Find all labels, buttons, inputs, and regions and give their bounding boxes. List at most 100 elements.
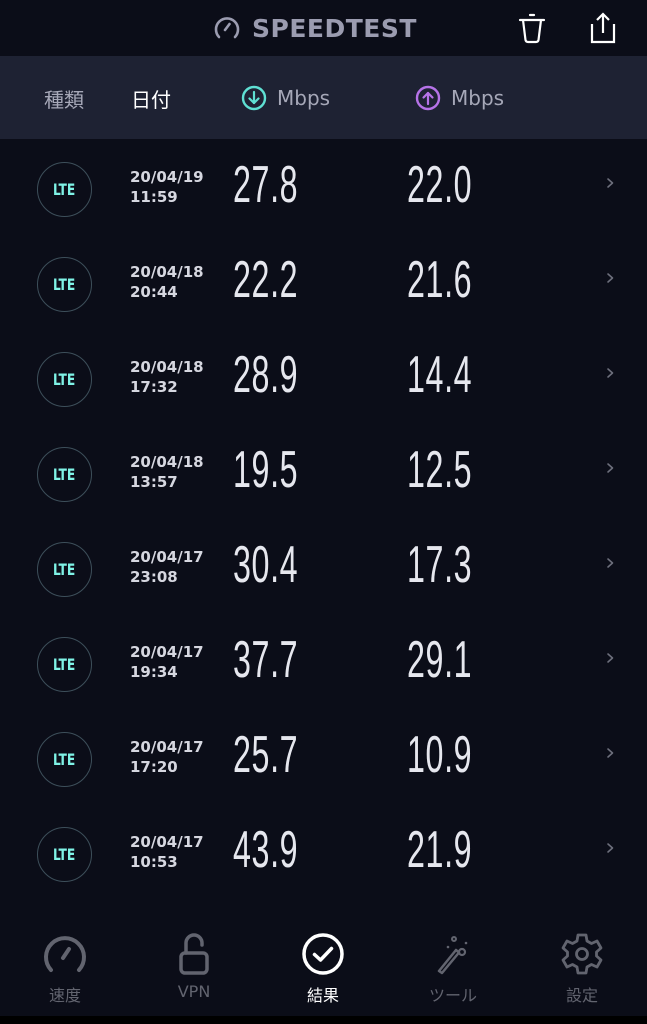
upload-speed: 29.1 bbox=[407, 631, 473, 689]
download-speed: 25.7 bbox=[233, 726, 299, 784]
share-button[interactable] bbox=[585, 10, 621, 46]
nav-speed[interactable]: 速度 bbox=[15, 930, 115, 1015]
connection-type: LTE bbox=[53, 180, 76, 199]
result-datetime: 20/04/17 23:08 bbox=[130, 547, 204, 587]
connection-type-badge: LTE bbox=[37, 542, 92, 597]
chevron-right-icon bbox=[607, 273, 614, 283]
connection-type: LTE bbox=[53, 750, 76, 769]
nav-vpn[interactable]: VPN bbox=[144, 930, 244, 1015]
result-time: 20:44 bbox=[130, 283, 178, 301]
download-speed: 37.7 bbox=[233, 631, 299, 689]
download-speed: 19.5 bbox=[233, 441, 299, 499]
speedometer-icon bbox=[214, 17, 240, 39]
trash-icon bbox=[518, 13, 546, 44]
connection-type: LTE bbox=[53, 275, 76, 294]
result-row[interactable]: LTE 20/04/18 17:32 28.9 14.4 bbox=[0, 329, 647, 424]
chevron-right-icon bbox=[607, 178, 614, 188]
bottom-navigation: 速度 VPN 結果 ツール 設定 bbox=[0, 920, 647, 1015]
result-row[interactable]: LTE 20/04/19 11:59 27.8 22.0 bbox=[0, 139, 647, 234]
gear-icon bbox=[561, 933, 603, 975]
upload-speed: 17.3 bbox=[407, 536, 473, 594]
nav-results-label: 結果 bbox=[306, 986, 339, 1005]
result-datetime: 20/04/18 20:44 bbox=[130, 262, 204, 302]
upload-speed: 14.4 bbox=[407, 346, 473, 404]
system-bar bbox=[0, 1016, 647, 1024]
result-time: 17:32 bbox=[130, 378, 178, 396]
nav-settings[interactable]: 設定 bbox=[532, 930, 632, 1015]
column-header-bar: 種類 日付 Mbps Mbps bbox=[0, 56, 647, 139]
result-date: 20/04/19 bbox=[130, 168, 204, 186]
column-type-label: 種類 bbox=[44, 87, 84, 112]
app-brand: SPEEDTEST bbox=[212, 10, 417, 46]
column-type[interactable]: 種類 bbox=[44, 84, 84, 112]
result-date: 20/04/18 bbox=[130, 453, 204, 471]
share-icon bbox=[590, 12, 616, 44]
top-bar: SPEEDTEST bbox=[0, 0, 647, 56]
column-download[interactable]: Mbps bbox=[241, 84, 330, 112]
column-date-label: 日付 bbox=[131, 87, 171, 112]
connection-type-badge: LTE bbox=[37, 352, 92, 407]
column-date[interactable]: 日付 bbox=[131, 84, 171, 112]
download-arrow-icon bbox=[241, 85, 267, 111]
connection-type: LTE bbox=[53, 845, 76, 864]
connection-type-badge: LTE bbox=[37, 447, 92, 502]
nav-tools-label: ツール bbox=[428, 986, 477, 1005]
nav-settings-label: 設定 bbox=[565, 986, 598, 1005]
result-row[interactable]: LTE 20/04/17 23:08 30.4 17.3 bbox=[0, 519, 647, 614]
connection-type: LTE bbox=[53, 560, 76, 579]
result-datetime: 20/04/19 11:59 bbox=[130, 167, 204, 207]
result-time: 11:59 bbox=[130, 188, 178, 206]
connection-type-badge: LTE bbox=[37, 827, 92, 882]
download-speed: 22.2 bbox=[233, 251, 299, 309]
download-speed: 27.8 bbox=[233, 156, 299, 214]
download-speed: 28.9 bbox=[233, 346, 299, 404]
result-date: 20/04/18 bbox=[130, 263, 204, 281]
result-row[interactable]: LTE 20/04/17 10:53 43.9 21.9 bbox=[0, 804, 647, 899]
app-title: SPEEDTEST bbox=[252, 13, 417, 43]
speedometer-icon bbox=[44, 936, 86, 972]
magic-wand-icon bbox=[437, 936, 468, 975]
result-datetime: 20/04/17 19:34 bbox=[130, 642, 204, 682]
upload-speed: 22.0 bbox=[407, 156, 473, 214]
chevron-right-icon bbox=[607, 463, 614, 473]
result-row[interactable]: LTE 20/04/17 17:20 25.7 10.9 bbox=[0, 709, 647, 804]
chevron-right-icon bbox=[607, 653, 614, 663]
result-datetime: 20/04/17 17:20 bbox=[130, 737, 204, 777]
column-upload-label: Mbps bbox=[451, 86, 505, 110]
result-datetime: 20/04/18 13:57 bbox=[130, 452, 204, 492]
nav-speed-label: 速度 bbox=[48, 986, 81, 1005]
connection-type: LTE bbox=[53, 370, 76, 389]
connection-type: LTE bbox=[53, 655, 76, 674]
nav-results[interactable]: 結果 bbox=[273, 930, 373, 1015]
upload-speed: 10.9 bbox=[407, 726, 473, 784]
column-upload[interactable]: Mbps bbox=[415, 84, 504, 112]
result-time: 19:34 bbox=[130, 663, 178, 681]
result-date: 20/04/17 bbox=[130, 738, 204, 756]
connection-type-badge: LTE bbox=[37, 732, 92, 787]
connection-type-badge: LTE bbox=[37, 637, 92, 692]
result-time: 13:57 bbox=[130, 473, 178, 491]
chevron-right-icon bbox=[607, 558, 614, 568]
chevron-right-icon bbox=[607, 748, 614, 758]
check-circle-icon bbox=[302, 933, 344, 975]
result-time: 10:53 bbox=[130, 853, 178, 871]
result-time: 17:20 bbox=[130, 758, 178, 776]
upload-arrow-icon bbox=[415, 85, 441, 111]
column-download-label: Mbps bbox=[277, 86, 331, 110]
upload-speed: 12.5 bbox=[407, 441, 473, 499]
result-date: 20/04/17 bbox=[130, 643, 204, 661]
result-row[interactable]: LTE 20/04/18 20:44 22.2 21.6 bbox=[0, 234, 647, 329]
result-row[interactable]: LTE 20/04/17 19:34 37.7 29.1 bbox=[0, 614, 647, 709]
chevron-right-icon bbox=[607, 843, 614, 853]
result-date: 20/04/18 bbox=[130, 358, 204, 376]
results-list: LTE 20/04/19 11:59 27.8 22.0 LTE 20/04/1… bbox=[0, 139, 647, 899]
result-row[interactable]: LTE 20/04/18 13:57 19.5 12.5 bbox=[0, 424, 647, 519]
result-date: 20/04/17 bbox=[130, 833, 204, 851]
delete-button[interactable] bbox=[514, 10, 550, 46]
result-datetime: 20/04/17 10:53 bbox=[130, 832, 204, 872]
result-datetime: 20/04/18 17:32 bbox=[130, 357, 204, 397]
connection-type: LTE bbox=[53, 465, 76, 484]
connection-type-badge: LTE bbox=[37, 257, 92, 312]
nav-tools[interactable]: ツール bbox=[403, 930, 503, 1015]
result-time: 23:08 bbox=[130, 568, 178, 586]
